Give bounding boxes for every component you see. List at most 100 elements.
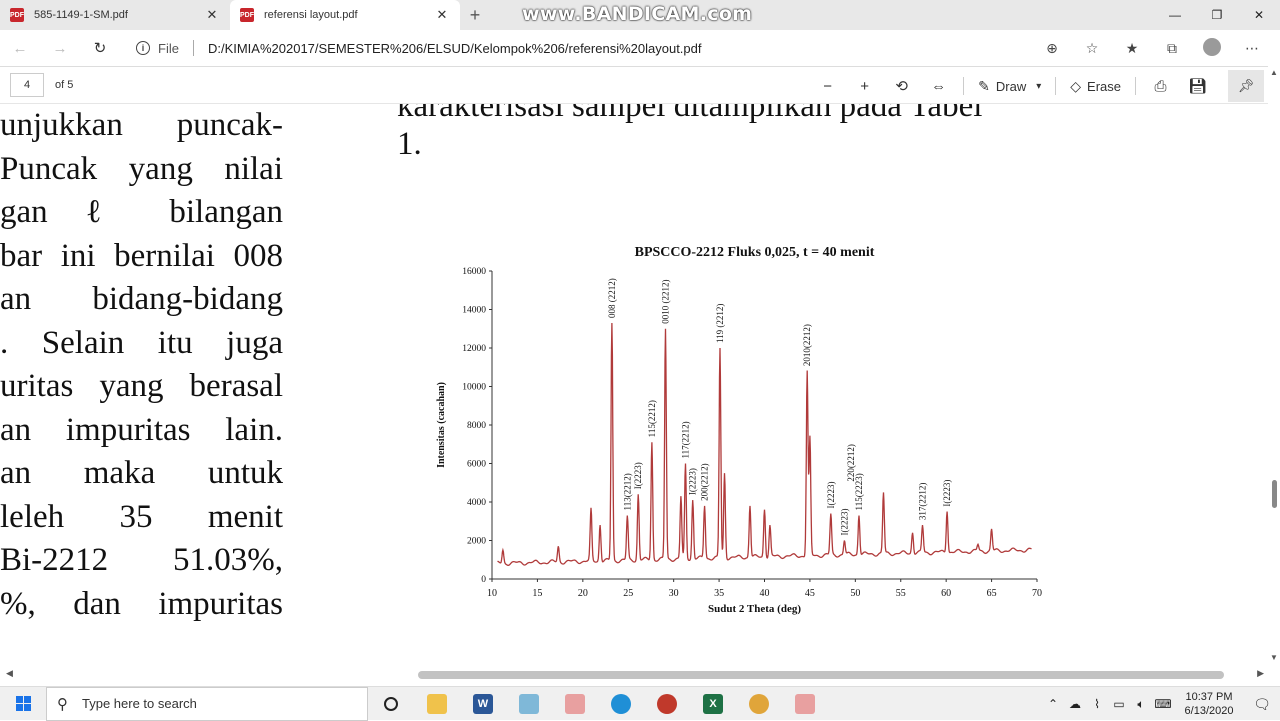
y-tick-label: 6000 [467, 460, 486, 470]
system-tray: ⌃ ☁ ⌇ ▭ 🔈︎ ⌨ 10:37 PM 6/13/2020 🗨︎ [1042, 687, 1280, 721]
word-icon[interactable]: W [460, 687, 506, 721]
vertical-scrollbar[interactable]: ▲ ▼ [1268, 66, 1280, 664]
horizontal-scrollbar[interactable]: ◀ ▶ [0, 664, 1280, 688]
paragraph-line: 1. [397, 126, 422, 162]
divider [1055, 77, 1057, 95]
chrome-icon[interactable] [736, 687, 782, 721]
x-tick-label: 70 [1032, 588, 1042, 599]
page-count: of 5 [55, 79, 74, 91]
page-number-input[interactable]: 4 [10, 73, 44, 97]
text-line: Bi-2212 51.03%, [0, 542, 283, 578]
peak-label: 0010 (2212) [660, 280, 670, 324]
search-placeholder: Type here to search [82, 696, 197, 711]
bandicam-watermark: www.BANDICAM.com [522, 3, 753, 25]
peak-label: 119 (2212) [715, 304, 725, 343]
peak-label: 115(2212) [647, 400, 657, 437]
battery-icon[interactable]: ▭ [1108, 697, 1130, 711]
x-tick-label: 50 [850, 588, 860, 599]
text-line: . Selain itu juga [0, 324, 283, 361]
xrd-chart: BPSCCO-2212 Fluks 0,025, t = 40 menit 10 1… [420, 234, 1060, 634]
tab-referensi-layout[interactable]: PDF referensi layout.pdf ✕ [230, 0, 460, 30]
clock[interactable]: 10:37 PM 6/13/2020 [1174, 690, 1244, 718]
scroll-right-icon[interactable]: ▶ [1257, 668, 1264, 679]
pdf-icon: PDF [10, 8, 24, 22]
zoom-icon[interactable]: ⊕ [1032, 40, 1072, 57]
x-tick-label: 35 [714, 588, 724, 599]
minimize-button[interactable]: — [1154, 0, 1196, 30]
y-tick-label: 14000 [462, 306, 486, 316]
erase-tool[interactable]: ◇ Erase [1062, 78, 1129, 95]
peak-label: 008 (2212) [607, 278, 617, 318]
edge-icon[interactable] [598, 687, 644, 721]
left-column-text: unjukkan puncak- Puncak yang nilai gan ℓ… [0, 104, 283, 626]
close-icon[interactable]: ✕ [434, 7, 450, 23]
text-line: an maka untuk [0, 455, 283, 491]
fit-page-icon[interactable]: ⇔ [920, 78, 957, 95]
text-line: unjukkan puncak- [0, 107, 283, 143]
info-icon[interactable]: i [136, 41, 150, 55]
divider [192, 40, 194, 56]
network-icon[interactable]: ⌇ [1086, 697, 1108, 711]
scroll-thumb[interactable] [418, 671, 1224, 679]
bandicam-icon[interactable] [644, 687, 690, 721]
collections-icon[interactable]: ⧉ [1152, 40, 1192, 57]
volume-icon[interactable]: 🔈︎ [1130, 697, 1152, 712]
chevron-down-icon[interactable]: ▾ [1036, 81, 1041, 92]
zoom-out-icon[interactable]: − [809, 78, 846, 95]
x-tick-label: 20 [578, 588, 588, 599]
divider [1135, 77, 1136, 95]
keyboard-icon[interactable]: ⌨ [1152, 697, 1174, 711]
chevron-up-icon[interactable]: ⌃ [1042, 697, 1064, 711]
restore-button[interactable]: ❐ [1196, 0, 1238, 30]
forward-button[interactable]: → [40, 30, 80, 66]
scroll-thumb[interactable] [1272, 480, 1277, 508]
rotate-icon[interactable]: ⟲ [883, 77, 920, 95]
scroll-left-icon[interactable]: ◀ [6, 668, 13, 679]
xrd-pattern-line [497, 322, 1032, 566]
new-tab-button[interactable]: + [460, 0, 490, 30]
divider [963, 77, 965, 95]
file-explorer-icon[interactable] [414, 687, 460, 721]
peak-label: I(2223) [826, 482, 836, 509]
cortana-icon[interactable] [368, 687, 414, 721]
url-field[interactable]: D:/KIMIA%202017/SEMESTER%206/ELSUD/Kelom… [208, 41, 702, 56]
address-bar: ← → ↻ i File D:/KIMIA%202017/SEMESTER%20… [0, 30, 1280, 66]
peak-label: 200(2212) [700, 463, 710, 501]
taskbar-search[interactable]: ⚲ Type here to search [46, 686, 368, 721]
address-actions: ⊕ ☆ ★ ⧉ ⋯ [1032, 30, 1272, 66]
notification-icon[interactable]: 🗨︎ [1244, 696, 1280, 713]
pdf-toolbar: 4 of 5 − + ⟲ ⇔ ✎ Draw ▾ ◇ Erase ⎙ 💾︎ 📌︎ [0, 66, 1280, 104]
refresh-button[interactable]: ↻ [80, 30, 120, 66]
paragraph-line: karakterisasi sampel ditampilkan pada Ta… [397, 104, 983, 124]
zoom-in-icon[interactable]: + [846, 78, 883, 95]
paint-icon[interactable] [552, 687, 598, 721]
close-icon[interactable]: ✕ [204, 7, 220, 23]
cloud-icon[interactable]: ☁ [1064, 697, 1086, 711]
notepad-icon[interactable] [506, 687, 552, 721]
favorites-icon[interactable]: ★ [1112, 40, 1152, 57]
back-button[interactable]: ← [0, 30, 40, 66]
profile-avatar[interactable] [1192, 37, 1232, 59]
close-window-button[interactable]: ✕ [1238, 0, 1280, 30]
paint-icon-2[interactable] [782, 687, 828, 721]
peak-label: 117(2212) [680, 421, 690, 458]
tab-label: 585-1149-1-SM.pdf [34, 9, 128, 21]
pin-toolbar-icon[interactable]: 📌︎ [1228, 70, 1264, 102]
y-tick-label: 2000 [467, 537, 486, 547]
print-icon[interactable]: ⎙ [1142, 78, 1179, 95]
peak-label: 317(2212) [918, 483, 928, 520]
scroll-up-icon[interactable]: ▲ [1270, 68, 1278, 77]
tab-585-1149[interactable]: PDF 585-1149-1-SM.pdf ✕ [0, 0, 230, 30]
text-line: gan ℓ bilangan [0, 194, 283, 230]
scroll-down-icon[interactable]: ▼ [1270, 653, 1278, 662]
draw-tool[interactable]: ✎ Draw ▾ [970, 78, 1049, 95]
favorite-star-icon[interactable]: ☆ [1072, 40, 1112, 57]
text-line: leleh 35 menit [0, 498, 283, 535]
peak-label: 115(2223) [854, 473, 864, 510]
excel-icon[interactable]: X [690, 687, 736, 721]
save-icon[interactable]: 💾︎ [1179, 77, 1216, 95]
start-button[interactable] [0, 687, 46, 721]
y-tick-label: 16000 [462, 267, 486, 277]
pen-icon: ✎ [978, 77, 990, 94]
more-menu-icon[interactable]: ⋯ [1232, 40, 1272, 57]
